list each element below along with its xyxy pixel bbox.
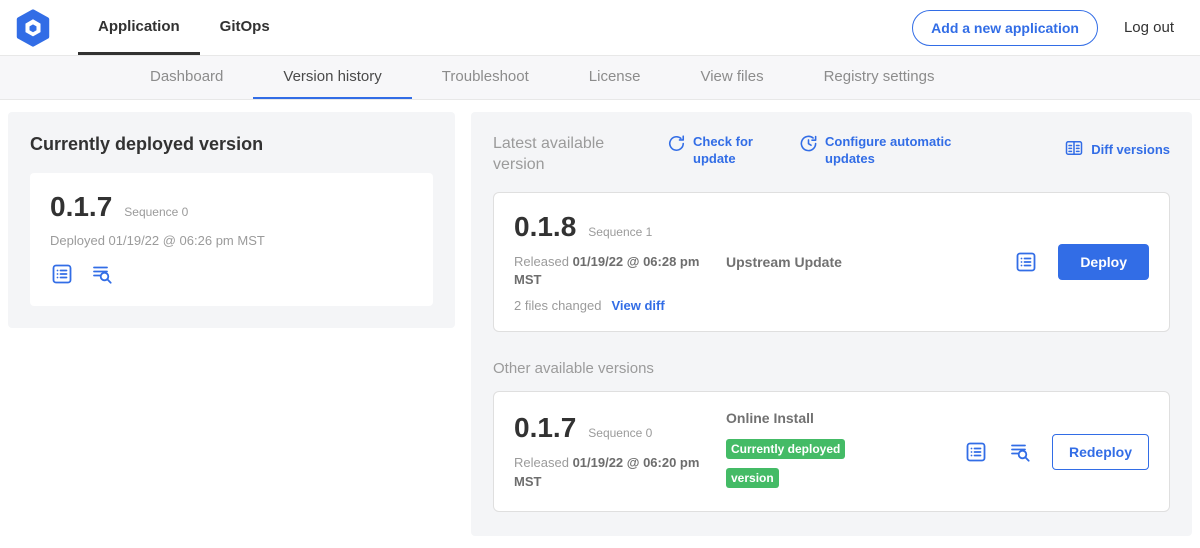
deployed-version-card: 0.1.7 Sequence 0 Deployed 01/19/22 @ 06:… <box>30 173 433 306</box>
app-logo-icon <box>14 9 52 47</box>
deployed-date-text: Deployed 01/19/22 @ 06:26 pm MST <box>50 233 413 248</box>
files-changed-row: 2 files changed View diff <box>514 298 726 313</box>
top-navbar: Application GitOps Add a new application… <box>0 0 1200 56</box>
tab-application-label: Application <box>98 18 180 35</box>
subnav-version-history[interactable]: Version history <box>253 56 411 99</box>
available-panel-header: Latest available version Check for updat… <box>493 134 1170 176</box>
redeploy-button[interactable]: Redeploy <box>1052 434 1149 470</box>
available-versions-panel: Latest available version Check for updat… <box>471 112 1192 536</box>
other-release-actions: Redeploy <box>964 434 1149 470</box>
main-content: Currently deployed version 0.1.7 Sequenc… <box>0 100 1200 548</box>
subnav-registry-settings[interactable]: Registry settings <box>794 56 965 99</box>
configure-automatic-updates-label: Configure automatic updates <box>825 134 965 168</box>
tab-gitops-label: GitOps <box>220 18 270 35</box>
latest-sequence-label: Sequence 1 <box>588 225 652 239</box>
latest-available-title: Latest available version <box>493 134 633 176</box>
subnav-license[interactable]: License <box>559 56 671 99</box>
refresh-icon <box>667 134 686 158</box>
latest-release-actions: Deploy <box>1014 244 1149 280</box>
other-release-source-col: Online Install Currently deployed versio… <box>726 410 964 493</box>
release-notes-icon[interactable] <box>964 440 988 464</box>
check-for-update-label: Check for update <box>693 134 765 168</box>
other-release-card: 0.1.7 Sequence 0 Released 01/19/22 @ 06:… <box>493 391 1170 512</box>
latest-release-source: Upstream Update <box>726 254 1014 270</box>
deployed-actions <box>50 262 413 286</box>
tab-gitops[interactable]: GitOps <box>200 0 290 55</box>
release-notes-icon[interactable] <box>1014 250 1038 274</box>
files-changed-text: 2 files changed <box>514 298 601 313</box>
deploy-button[interactable]: Deploy <box>1058 244 1149 280</box>
other-version-number: 0.1.7 <box>514 412 576 444</box>
released-label: Released <box>514 455 569 470</box>
subnav-dashboard[interactable]: Dashboard <box>120 56 253 99</box>
badge-wrap: Currently deployed version <box>726 435 858 493</box>
primary-tabs: Application GitOps <box>78 0 290 55</box>
latest-version-number: 0.1.8 <box>514 211 576 243</box>
other-version-row: 0.1.7 Sequence 0 <box>514 412 726 444</box>
logout-link[interactable]: Log out <box>1124 19 1174 36</box>
diff-versions-icon <box>1064 138 1084 163</box>
deployed-panel-title: Currently deployed version <box>30 134 433 155</box>
navbar-right: Add a new application Log out <box>912 10 1174 46</box>
deployed-version-row: 0.1.7 Sequence 0 <box>50 191 413 223</box>
other-release-info: 0.1.7 Sequence 0 Released 01/19/22 @ 06:… <box>514 412 726 492</box>
add-application-button[interactable]: Add a new application <box>912 10 1098 46</box>
deployed-sequence-label: Sequence 0 <box>124 205 188 219</box>
clock-arrow-icon <box>799 134 818 158</box>
other-released-text: Released 01/19/22 @ 06:20 pm MST <box>514 454 704 492</box>
app-subnav: Dashboard Version history Troubleshoot L… <box>0 56 1200 100</box>
currently-deployed-panel: Currently deployed version 0.1.7 Sequenc… <box>8 112 455 328</box>
other-sequence-label: Sequence 0 <box>588 426 652 440</box>
tab-application[interactable]: Application <box>78 0 200 55</box>
released-label: Released <box>514 254 569 269</box>
latest-released-text: Released 01/19/22 @ 06:28 pm MST <box>514 253 704 291</box>
diff-versions-button[interactable]: Diff versions <box>1064 138 1170 163</box>
preflight-results-icon[interactable] <box>1008 440 1032 464</box>
other-versions-title: Other available versions <box>493 360 1170 377</box>
latest-release-card: 0.1.8 Sequence 1 Released 01/19/22 @ 06:… <box>493 192 1170 333</box>
subnav-view-files[interactable]: View files <box>670 56 793 99</box>
check-for-update-button[interactable]: Check for update <box>667 134 765 168</box>
diff-versions-label: Diff versions <box>1091 142 1170 159</box>
currently-deployed-badge: Currently deployed version <box>726 439 845 488</box>
release-notes-icon[interactable] <box>50 262 74 286</box>
view-diff-link[interactable]: View diff <box>611 298 664 313</box>
subnav-troubleshoot[interactable]: Troubleshoot <box>412 56 559 99</box>
latest-version-row: 0.1.8 Sequence 1 <box>514 211 726 243</box>
install-type-text: Online Install <box>726 410 964 426</box>
latest-release-info: 0.1.8 Sequence 1 Released 01/19/22 @ 06:… <box>514 211 726 314</box>
preflight-results-icon[interactable] <box>90 262 114 286</box>
deployed-version-number: 0.1.7 <box>50 191 112 223</box>
configure-automatic-updates-button[interactable]: Configure automatic updates <box>799 134 965 168</box>
